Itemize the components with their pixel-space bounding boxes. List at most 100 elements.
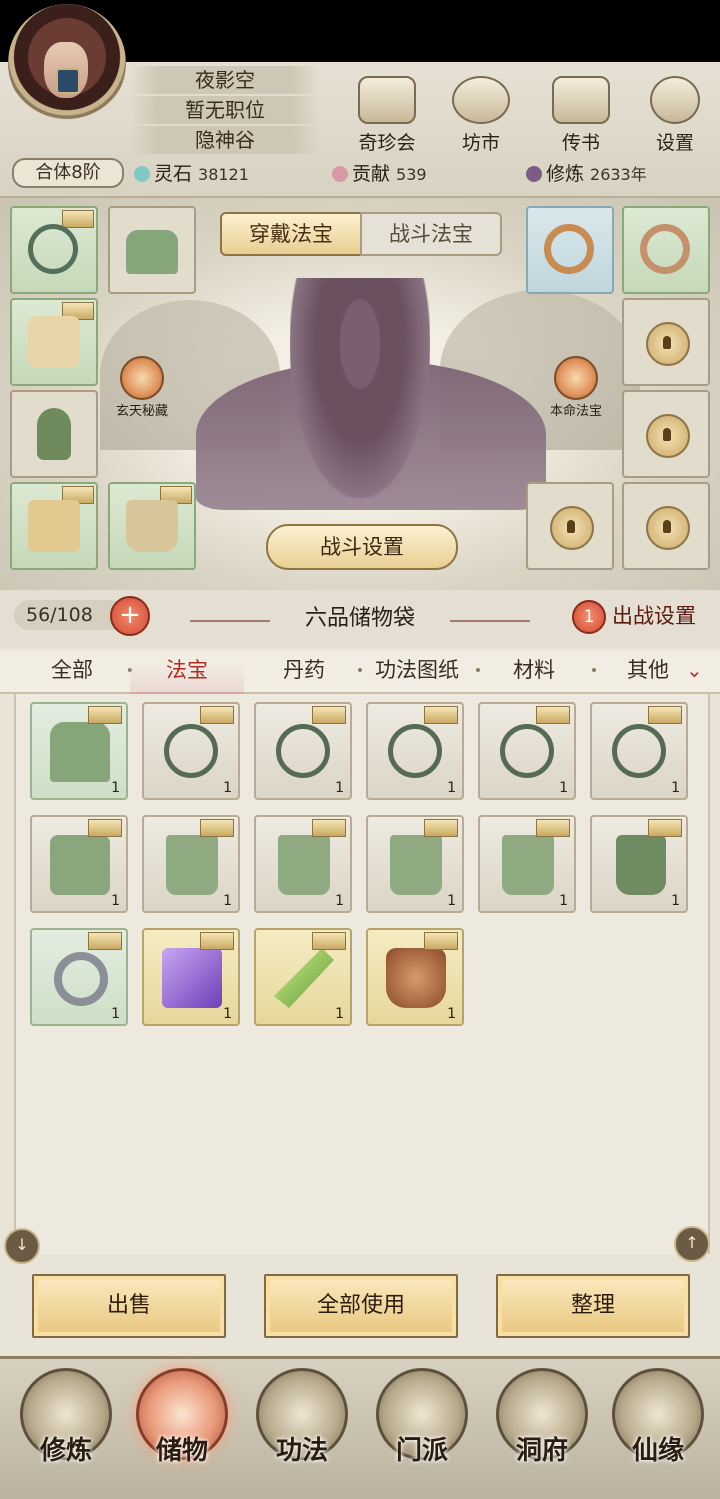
- item-count: 1: [447, 893, 456, 909]
- secret-treasury-label: 玄天秘藏: [115, 404, 168, 419]
- settings-button[interactable]: 设置: [638, 76, 712, 156]
- ring-icon: [640, 224, 690, 274]
- player-position: 暂无职位: [130, 96, 320, 124]
- expand-bag-button[interactable]: +: [110, 596, 150, 636]
- grade-tag-icon: [62, 210, 94, 228]
- inventory-item[interactable]: 1: [590, 815, 688, 913]
- necklace-slot[interactable]: [10, 206, 98, 294]
- boots-slot[interactable]: [108, 482, 196, 570]
- tab-materials[interactable]: 材料: [484, 650, 584, 692]
- market-icon: [452, 76, 510, 124]
- nav-cultivate[interactable]: 修炼: [14, 1368, 118, 1486]
- inventory-item[interactable]: 1: [366, 928, 464, 1026]
- deploy-count-badge: 1: [572, 600, 606, 634]
- natal-treasure-label: 本命法宝: [549, 404, 602, 419]
- crown-icon: [56, 68, 80, 94]
- inventory-item[interactable]: 1: [142, 702, 240, 800]
- jade-sword-icon: [274, 948, 334, 1008]
- gloves-slot[interactable]: [10, 390, 98, 478]
- tab-techniques[interactable]: 功法图纸: [362, 650, 472, 692]
- scroll-up-icon[interactable]: ↑: [674, 1226, 710, 1262]
- nav-label: 功法: [275, 1436, 328, 1466]
- inventory-item[interactable]: 1: [478, 815, 576, 913]
- letter-button[interactable]: 传书: [544, 76, 618, 156]
- pants-slot[interactable]: [10, 482, 98, 570]
- inventory-item[interactable]: 1: [30, 815, 128, 913]
- robe-slot[interactable]: [10, 298, 98, 386]
- contribution-icon: [332, 166, 348, 182]
- inventory-item[interactable]: 1: [478, 702, 576, 800]
- nav-label: 门派: [395, 1436, 448, 1466]
- scroll-down-icon[interactable]: ↓: [4, 1228, 40, 1264]
- tab-all[interactable]: 全部: [22, 650, 122, 692]
- inventory-item[interactable]: 1: [30, 702, 128, 800]
- use-all-button[interactable]: 全部使用: [264, 1274, 458, 1338]
- sell-button[interactable]: 出售: [32, 1274, 226, 1338]
- inventory-item[interactable]: 1: [254, 928, 352, 1026]
- nav-sect[interactable]: 门派: [370, 1368, 474, 1486]
- nav-label: 洞府: [515, 1436, 568, 1466]
- grade-tag-icon: [312, 706, 346, 724]
- inventory-item[interactable]: 1: [254, 702, 352, 800]
- natal-treasure-button[interactable]: 本命法宝: [536, 356, 616, 419]
- sort-button[interactable]: 整理: [496, 1274, 690, 1338]
- spirit-stone-value: 38121: [198, 165, 249, 184]
- deploy-settings-button[interactable]: 出战设置: [612, 600, 696, 630]
- contribution-label: 贡献: [352, 163, 391, 185]
- battle-settings-button[interactable]: 战斗设置: [266, 524, 458, 570]
- hat-icon: [126, 230, 178, 274]
- locked-slot[interactable]: [622, 482, 710, 570]
- gear-icon: [650, 76, 700, 124]
- chevron-down-icon[interactable]: ⌄: [686, 658, 708, 682]
- necklace-icon: [612, 724, 666, 778]
- locked-slot[interactable]: [622, 390, 710, 478]
- grade-tag-icon: [200, 706, 234, 724]
- player-sect: 隐神谷: [130, 126, 320, 154]
- secret-treasury-button[interactable]: 玄天秘藏: [102, 356, 182, 419]
- nav-cave[interactable]: 洞府: [490, 1368, 594, 1486]
- item-count: 1: [335, 1006, 344, 1022]
- settings-label: 设置: [655, 132, 694, 154]
- inventory-item[interactable]: 1: [254, 815, 352, 913]
- tab-treasure[interactable]: 法宝: [130, 650, 244, 696]
- inventory-item[interactable]: 1: [590, 702, 688, 800]
- necklace-icon: [276, 724, 330, 778]
- lock-icon: [646, 414, 690, 458]
- nav-label: 仙缘: [631, 1436, 684, 1466]
- nav-techniques[interactable]: 功法: [250, 1368, 354, 1486]
- bag-title: 六品储物袋: [304, 606, 415, 631]
- robe-icon: [50, 835, 110, 895]
- inventory-item[interactable]: 1: [142, 815, 240, 913]
- ring-slot-1[interactable]: [526, 206, 614, 294]
- locked-slot[interactable]: [526, 482, 614, 570]
- item-count: 1: [335, 893, 344, 909]
- inventory-item[interactable]: 1: [366, 815, 464, 913]
- ring-icon: [54, 952, 108, 1006]
- inventory-item[interactable]: 1: [30, 928, 128, 1026]
- realm-badge: 合体8阶: [12, 158, 124, 188]
- nav-label: 储物: [155, 1436, 208, 1466]
- grade-tag-icon: [200, 932, 234, 950]
- scroll-letter-icon: [552, 76, 610, 124]
- glove-icon: [37, 408, 71, 460]
- locked-slot[interactable]: [622, 298, 710, 386]
- grade-tag-icon: [312, 932, 346, 950]
- item-count: 1: [559, 893, 568, 909]
- grade-tag-icon: [648, 819, 682, 837]
- tab-other[interactable]: 其他: [596, 650, 700, 692]
- inventory-item[interactable]: 1: [142, 928, 240, 1026]
- ring-slot-2[interactable]: [622, 206, 710, 294]
- nav-fortune[interactable]: 仙缘: [606, 1368, 710, 1486]
- divider: [190, 620, 270, 622]
- tab-pills[interactable]: 丹药: [254, 650, 354, 692]
- pants-icon: [278, 835, 330, 895]
- tab-worn-treasure[interactable]: 穿戴法宝: [220, 212, 362, 256]
- tab-battle-treasure[interactable]: 战斗法宝: [360, 212, 502, 256]
- lock-icon: [550, 506, 594, 550]
- treasure-pavilion-button[interactable]: 奇珍会: [350, 76, 424, 156]
- boots-icon: [126, 500, 178, 552]
- market-button[interactable]: 坊市: [444, 76, 518, 156]
- inventory-item[interactable]: 1: [366, 702, 464, 800]
- nav-storage[interactable]: 储物: [130, 1368, 234, 1486]
- hat-slot[interactable]: [108, 206, 196, 294]
